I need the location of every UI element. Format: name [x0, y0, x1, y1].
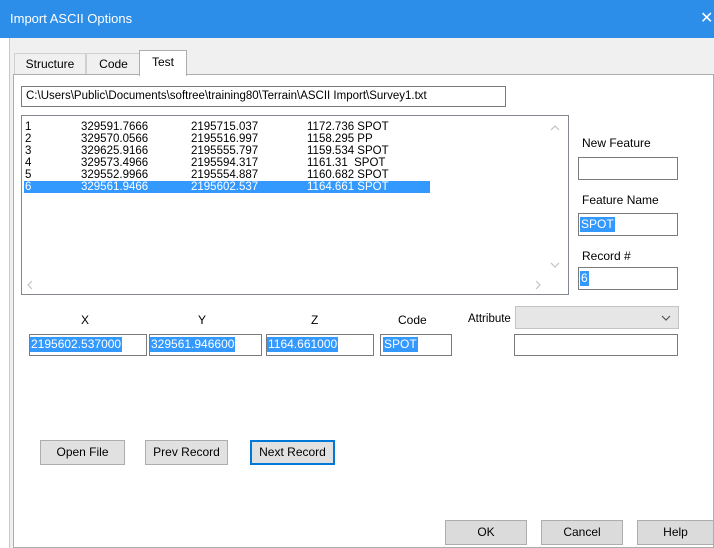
next-record-button[interactable]: Next Record — [250, 440, 335, 465]
help-button[interactable]: Help — [637, 520, 714, 545]
window-left-border — [0, 38, 10, 548]
record-y: 329561.9466 — [81, 181, 149, 193]
record-z-code: 1159.534 SPOT — [307, 145, 389, 157]
file-path-field[interactable]: C:\Users\Public\Documents\softree\traini… — [21, 86, 506, 107]
record-x: 2195554.887 — [191, 169, 259, 181]
record-y: 329552.9966 — [81, 169, 149, 181]
record-x: 2195594.317 — [191, 157, 259, 169]
chevron-left-icon[interactable] — [26, 280, 34, 290]
open-file-button[interactable]: Open File — [40, 440, 125, 465]
y-label: Y — [198, 313, 207, 327]
record-z-code: 1164.661 SPOT — [307, 181, 389, 193]
code-value: SPOT — [383, 337, 418, 352]
record-z-code: 1172.736 SPOT — [307, 121, 389, 133]
chevron-up-icon[interactable] — [550, 124, 560, 132]
record-x: 2195555.797 — [191, 145, 259, 157]
record-number: 2 — [25, 133, 32, 145]
list-item[interactable]: 1 329591.7666 2195715.037 1172.736 SPOT — [24, 121, 430, 133]
record-number-value: 6 — [580, 271, 589, 286]
code-label: Code — [398, 313, 427, 327]
record-y: 329570.0566 — [81, 133, 149, 145]
code-field[interactable]: SPOT — [380, 334, 452, 356]
chevron-down-icon — [661, 315, 671, 321]
list-item[interactable]: 2 329570.0566 2195516.997 1158.295 PP — [24, 133, 430, 145]
close-icon[interactable]: ✕ — [700, 8, 714, 28]
feature-name-label: Feature Name — [582, 193, 659, 207]
record-number: 3 — [25, 145, 32, 157]
z-value: 1164.661000 — [267, 337, 339, 352]
x-field[interactable]: 2195602.537000 — [29, 334, 147, 356]
cancel-button[interactable]: Cancel — [541, 520, 623, 545]
chevron-right-icon[interactable] — [534, 280, 542, 290]
feature-name-value: SPOT — [580, 217, 615, 232]
record-x: 2195516.997 — [191, 133, 259, 145]
record-y: 329591.7666 — [81, 121, 149, 133]
record-z-code: 1161.31 SPOT — [307, 157, 386, 169]
record-number: 5 — [25, 169, 32, 181]
record-list[interactable]: 1 329591.7666 2195715.037 1172.736 SPOT … — [21, 115, 569, 295]
record-y: 329625.9166 — [81, 145, 149, 157]
attribute-dropdown[interactable] — [515, 306, 679, 329]
new-feature-field[interactable] — [578, 157, 678, 180]
tab-test[interactable]: Test — [139, 50, 187, 76]
x-label: X — [81, 313, 90, 327]
record-z-code: 1160.682 SPOT — [307, 169, 389, 181]
tab-code[interactable]: Code — [86, 53, 141, 75]
record-z-code: 1158.295 PP — [307, 133, 373, 145]
record-x: 2195715.037 — [191, 121, 259, 133]
z-label: Z — [311, 313, 319, 327]
ok-button[interactable]: OK — [445, 520, 527, 545]
list-item[interactable]: 5 329552.9966 2195554.887 1160.682 SPOT — [24, 169, 430, 181]
tab-structure[interactable]: Structure — [14, 53, 86, 75]
record-y: 329573.4966 — [81, 157, 149, 169]
list-item-selected[interactable]: 6 329561.9466 2195602.537 1164.661 SPOT — [24, 181, 430, 193]
y-field[interactable]: 329561.946600 — [149, 334, 262, 356]
record-number-field[interactable]: 6 — [578, 267, 678, 290]
record-x: 2195602.537 — [191, 181, 259, 193]
record-number: 6 — [25, 181, 32, 193]
z-field[interactable]: 1164.661000 — [266, 334, 374, 356]
attribute-label: Attribute — [468, 313, 511, 325]
record-number: 1 — [25, 121, 32, 133]
new-feature-label: New Feature — [582, 136, 651, 150]
attribute-field[interactable] — [514, 334, 678, 356]
record-number: 4 — [25, 157, 32, 169]
x-value: 2195602.537000 — [30, 337, 123, 352]
list-item[interactable]: 4 329573.4966 2195594.317 1161.31 SPOT — [24, 157, 430, 169]
chevron-down-icon[interactable] — [550, 261, 560, 269]
list-item[interactable]: 3 329625.9166 2195555.797 1159.534 SPOT — [24, 145, 430, 157]
title-bar[interactable]: Import ASCII Options ✕ — [0, 0, 714, 38]
feature-name-field[interactable]: SPOT — [578, 213, 678, 236]
prev-record-button[interactable]: Prev Record — [145, 440, 228, 465]
window-title: Import ASCII Options — [10, 11, 133, 26]
record-number-label: Record # — [582, 249, 631, 263]
y-value: 329561.946600 — [150, 337, 236, 352]
